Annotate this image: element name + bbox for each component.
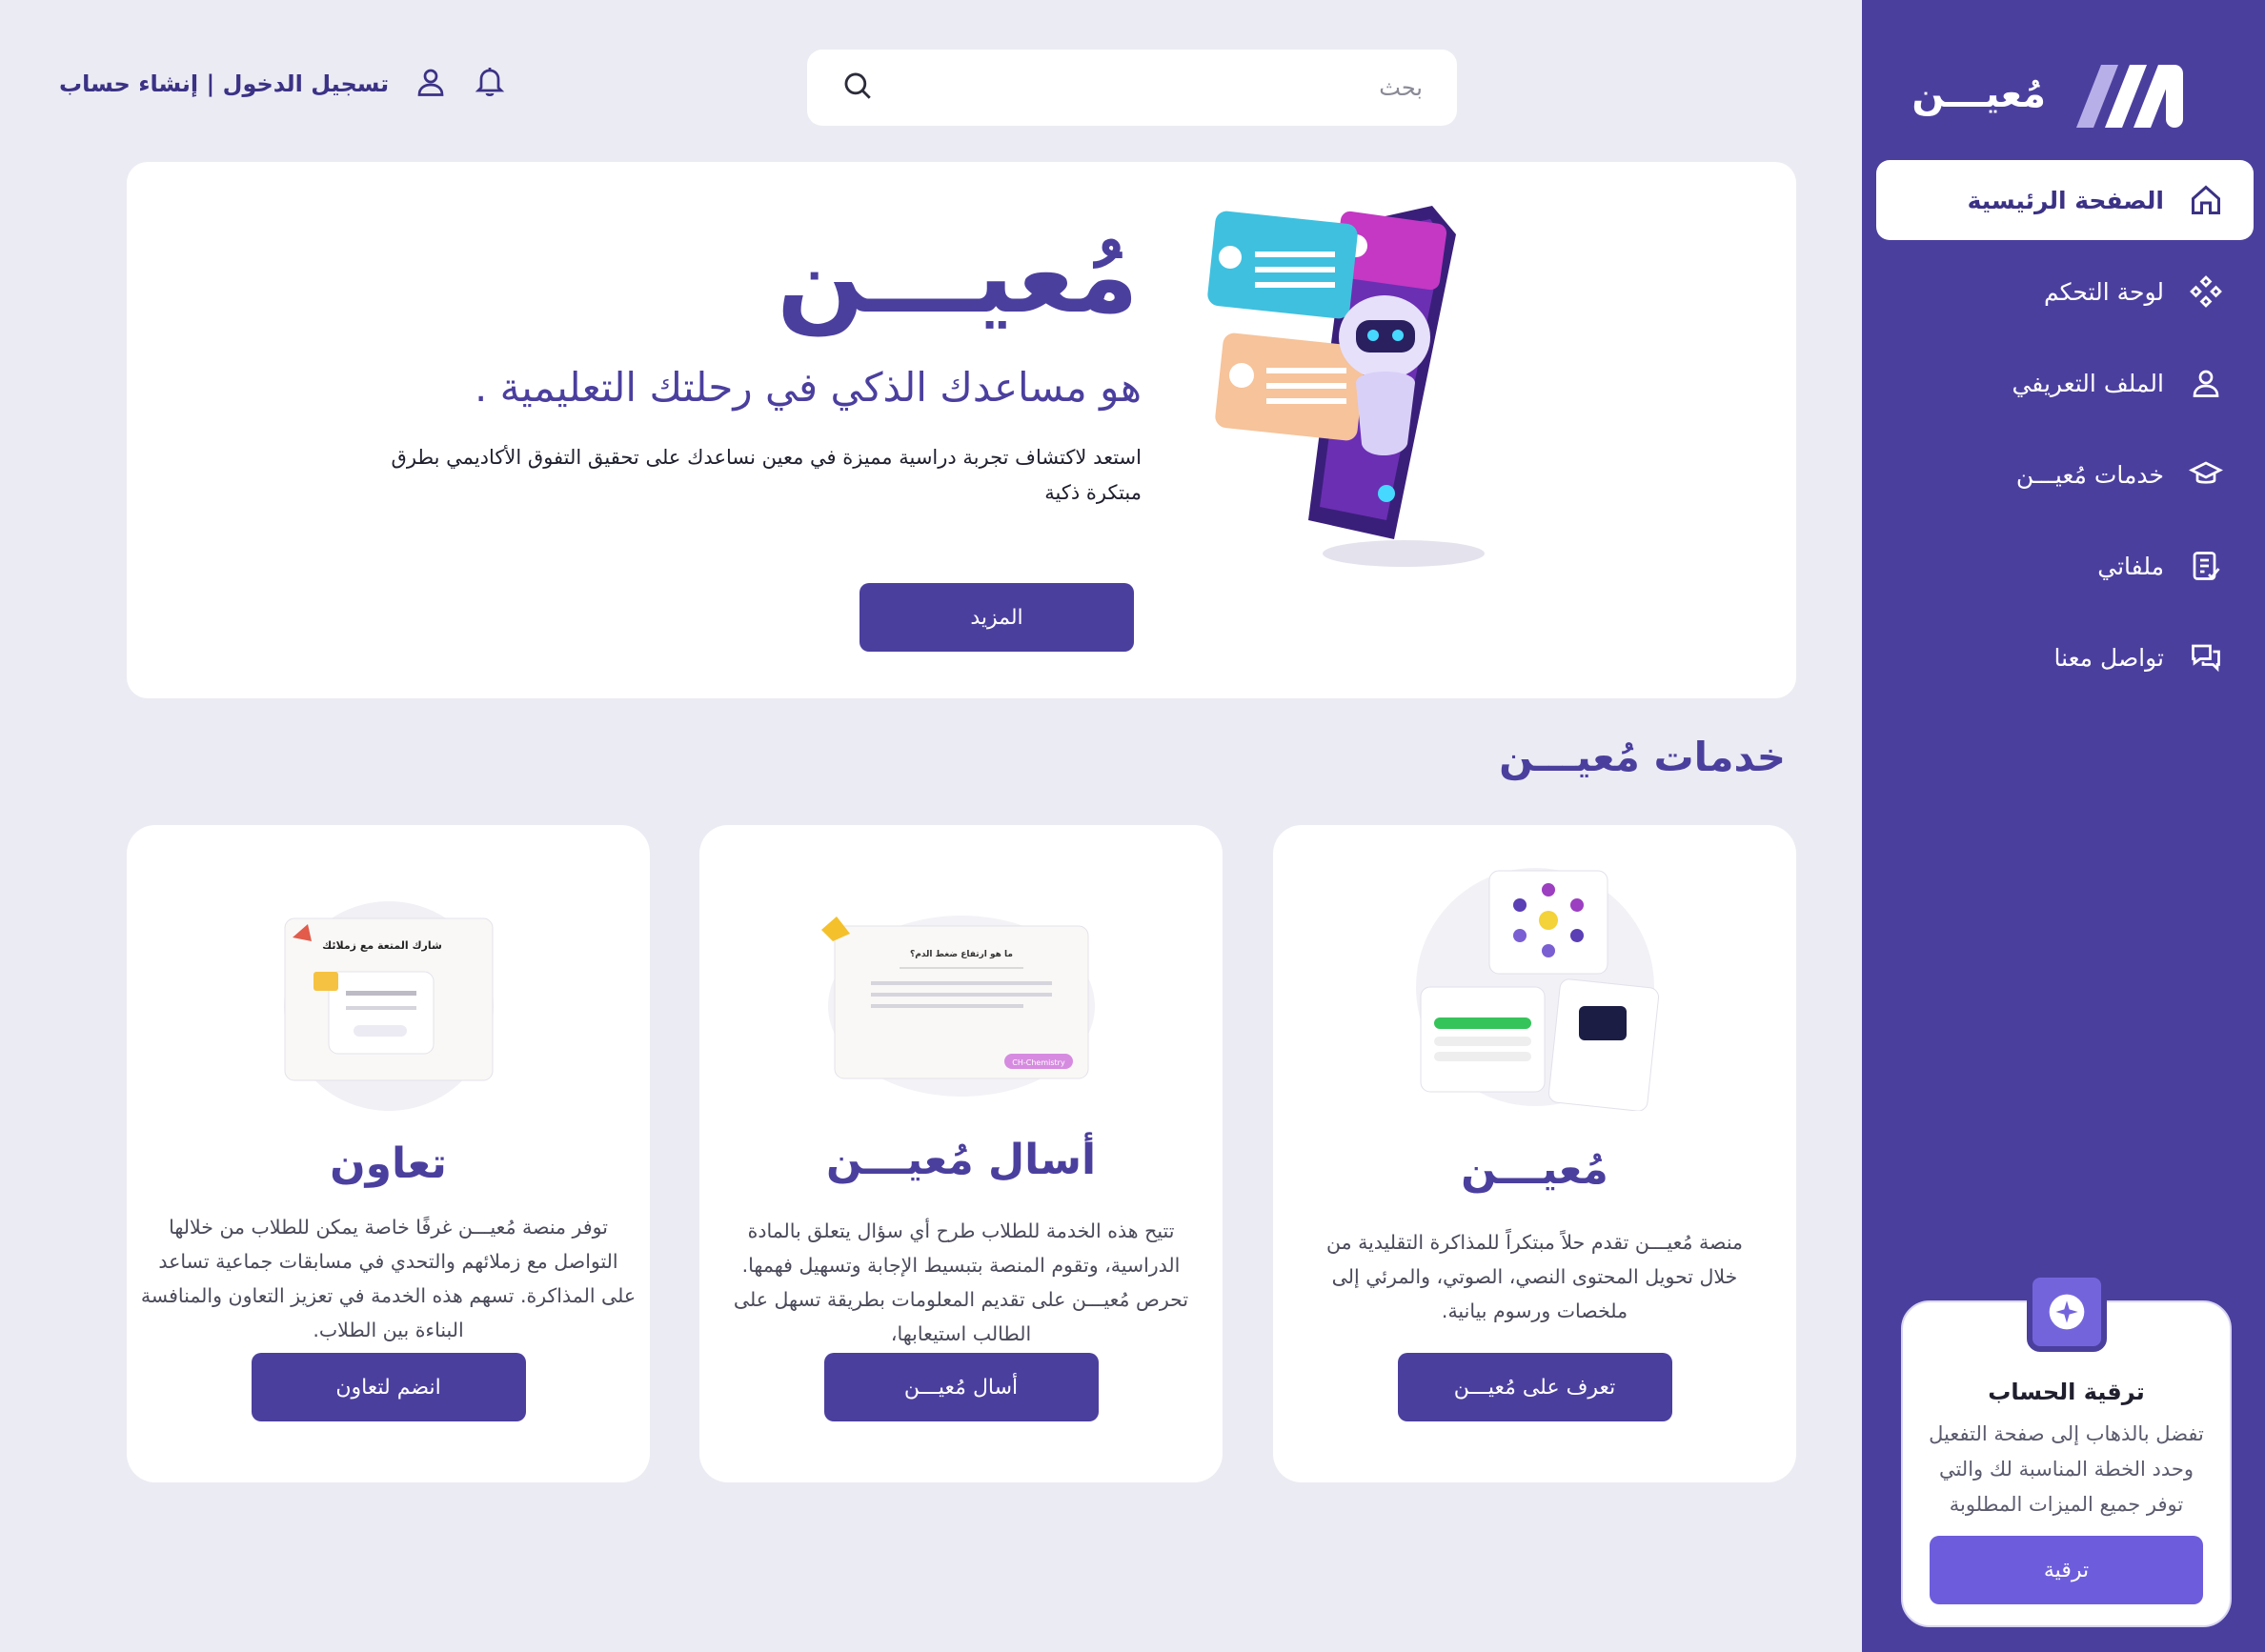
robot-phone-illustration	[1207, 206, 1485, 567]
search-input[interactable]	[874, 74, 1423, 101]
home-icon	[2185, 179, 2227, 221]
bell-icon[interactable]	[473, 65, 507, 103]
card-description: منصة مُعيـــن تقدم حلاً مبتكراً للمذاكرة…	[1325, 1231, 1743, 1322]
card-title: تعاون	[330, 1139, 447, 1188]
sidebar-item-label: الملف التعريفي	[2012, 369, 2164, 397]
art-tag: CH-Chemistry	[1012, 1058, 1065, 1067]
card-title: مُعيـــن	[1461, 1145, 1608, 1194]
sidebar-item-label: تواصل معنا	[2053, 643, 2164, 672]
brand-name: مُعيـــن	[1911, 72, 2046, 116]
auth-link[interactable]: تسجيل الدخول | إنشاء حساب	[59, 71, 389, 97]
art-heading: ما هو ارتفاع ضغط الدم؟	[910, 950, 1013, 959]
card-description: توفر منصة مُعيـــن غرفًا خاصة يمكن للطلا…	[140, 1216, 637, 1341]
chat-icon	[2185, 636, 2227, 678]
logo-icon	[2076, 65, 2183, 128]
top-actions: تسجيل الدخول | إنشاء حساب	[59, 65, 507, 103]
sidebar-nav: الصفحة الرئيسية لوحة التحكم الملف التعري…	[1876, 160, 2254, 709]
upgrade-text: تفضل بالذهاب إلى صفحة التفعيل وحدد الخطة…	[1929, 1422, 2204, 1516]
search-bar	[807, 50, 1457, 126]
document-icon	[2185, 545, 2227, 587]
hero-description: استعد لاكتشاف تجربة دراسية مميزة في معين…	[391, 446, 1142, 504]
brand[interactable]: مُعيـــن	[1911, 57, 2193, 131]
sidebar-item-label: الصفحة الرئيسية	[1967, 186, 2164, 214]
sidebar-item-label: لوحة التحكم	[2043, 277, 2164, 306]
upgrade-title: ترقية الحساب	[1988, 1379, 2145, 1405]
upgrade-button[interactable]: ترقية	[1930, 1536, 2203, 1604]
search-icon[interactable]	[841, 70, 874, 106]
dashboard-icon	[2185, 271, 2227, 312]
sidebar-item-home[interactable]: الصفحة الرئيسية	[1876, 160, 2254, 240]
sidebar-item-profile[interactable]: الملف التعريفي	[1876, 343, 2254, 423]
hero-banner: مُعيـــن هو مساعدك الذكي في رحلتك التعلي…	[127, 162, 1796, 698]
join-collab-button[interactable]: انضم لتعاون	[251, 1353, 526, 1421]
sparkle-icon	[2026, 1272, 2107, 1352]
learn-about-moeen-button[interactable]: تعرف على مُعيـــن	[1397, 1353, 1672, 1421]
service-card-collab: شارك المتعة مع زملائك تعاون توفر منصة مُ…	[127, 825, 650, 1482]
sidebar-item-dashboard[interactable]: لوحة التحكم	[1876, 252, 2254, 332]
question-card-illustration: ما هو ارتفاع ضغط الدم؟ CH-Chemistry	[820, 916, 1095, 1097]
sidebar-item-label: خدمات مُعيـــن	[2015, 460, 2164, 489]
collaboration-illustration: شارك المتعة مع زملائك	[283, 901, 494, 1111]
sidebar: مُعيـــن الصفحة الرئيسية لوحة التحكم الم…	[1862, 0, 2265, 1652]
sidebar-item-label: ملفاتي	[2097, 552, 2164, 580]
mind-map-illustration	[1415, 868, 1659, 1111]
more-button[interactable]: المزيد	[859, 583, 1134, 652]
service-card-ask: ما هو ارتفاع ضغط الدم؟ CH-Chemistry أسال…	[699, 825, 1223, 1482]
hero-subtitle: هو مساعدك الذكي في رحلتك التعليمية .	[474, 364, 1142, 411]
hero-title: مُعيـــن	[777, 217, 1139, 336]
sidebar-item-files[interactable]: ملفاتي	[1876, 526, 2254, 606]
graduation-cap-icon	[2185, 453, 2227, 495]
card-title: أسال مُعيـــن	[825, 1136, 1097, 1184]
sidebar-item-services[interactable]: خدمات مُعيـــن	[1876, 434, 2254, 514]
user-icon	[2185, 362, 2227, 404]
art-heading: شارك المتعة مع زملائك	[322, 939, 442, 952]
service-card-moeen: مُعيـــن منصة مُعيـــن تقدم حلاً مبتكراً…	[1273, 825, 1796, 1482]
services-title: خدمات مُعيـــن	[1499, 734, 1786, 780]
sidebar-item-contact[interactable]: تواصل معنا	[1876, 617, 2254, 697]
card-description: تتيح هذه الخدمة للطلاب طرح أي سؤال يتعلق…	[733, 1219, 1189, 1345]
user-icon[interactable]	[414, 65, 448, 103]
upgrade-card: ترقية الحساب تفضل بالذهاب إلى صفحة التفع…	[1901, 1272, 2232, 1627]
ask-moeen-button[interactable]: أسال مُعيـــن	[823, 1353, 1099, 1421]
